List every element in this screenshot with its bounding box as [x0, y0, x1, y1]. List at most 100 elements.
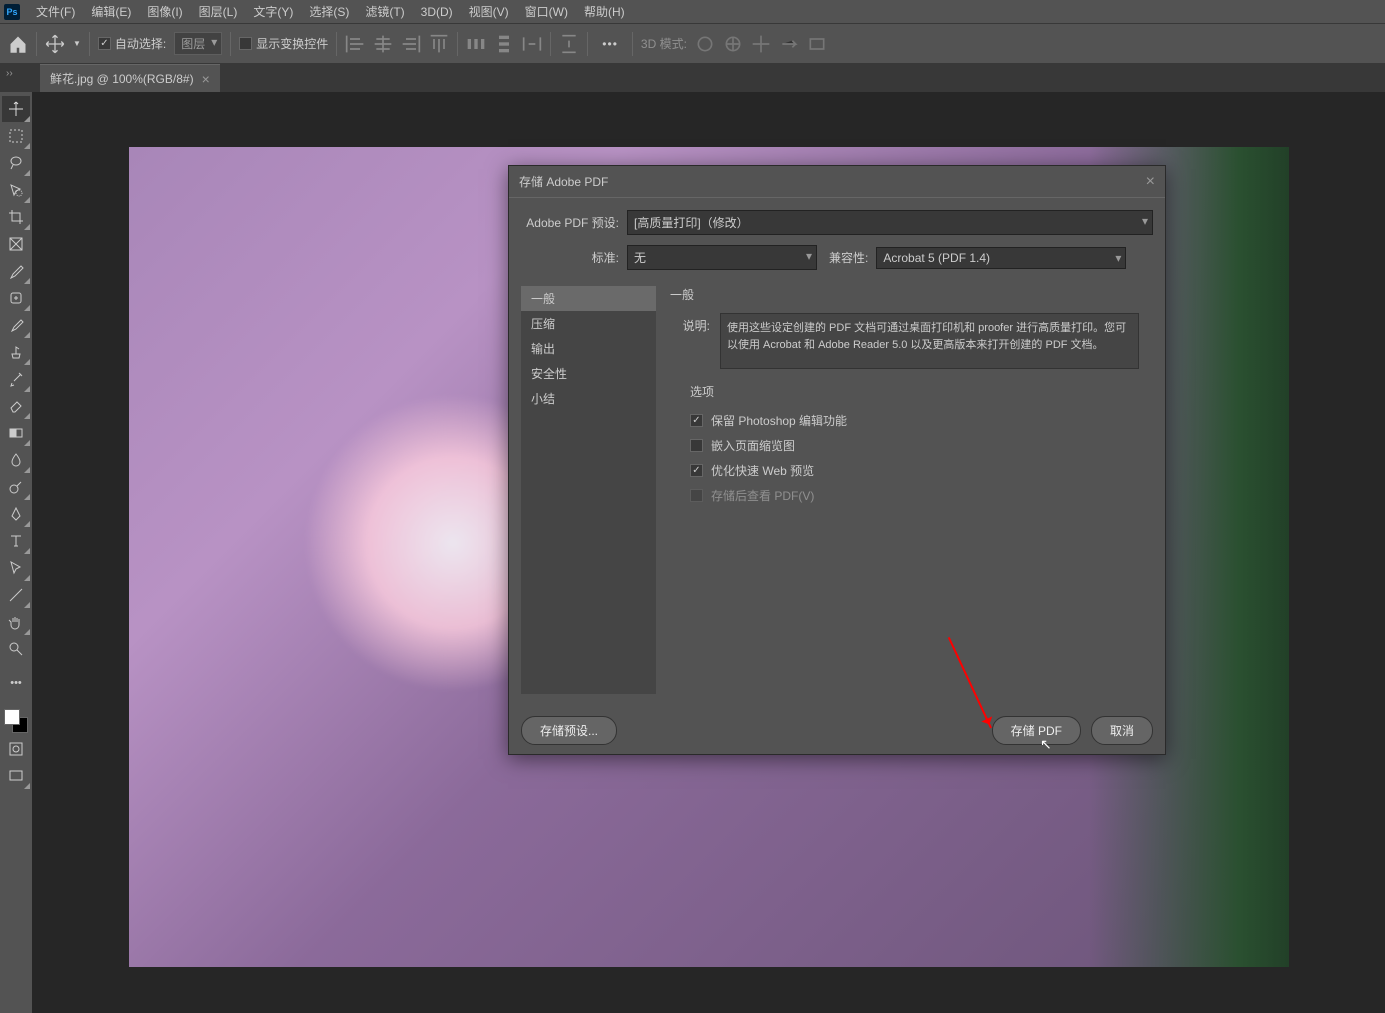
auto-select-target-dropdown[interactable]: 图层: [174, 32, 222, 55]
opt-embed-thumbnail[interactable]: 嵌入页面缩览图: [670, 433, 1139, 458]
separator: [587, 32, 588, 56]
menu-3d[interactable]: 3D(D): [413, 5, 461, 19]
menu-type[interactable]: 文字(Y): [245, 3, 301, 20]
path-select-tool[interactable]: [2, 555, 30, 581]
3d-pan-icon: [751, 34, 771, 54]
dialog-title: 存储 Adobe PDF: [519, 173, 608, 190]
nav-general[interactable]: 一般: [521, 286, 656, 311]
section-title: 一般: [670, 286, 1139, 303]
opt-preserve-editing[interactable]: 保留 Photoshop 编辑功能: [670, 408, 1139, 433]
save-pdf-button[interactable]: 存储 PDF: [992, 716, 1081, 745]
color-swatches[interactable]: [2, 707, 30, 735]
pen-tool[interactable]: [2, 501, 30, 527]
move-tool[interactable]: [2, 96, 30, 122]
align-top-icon[interactable]: [429, 34, 449, 54]
auto-select-checkbox[interactable]: [98, 37, 111, 50]
quick-mask-icon[interactable]: [2, 736, 30, 762]
separator: [336, 32, 337, 56]
zoom-tool[interactable]: [2, 636, 30, 662]
menu-view[interactable]: 视图(V): [461, 3, 517, 20]
transform-controls-checkbox[interactable]: [239, 37, 252, 50]
separator: [632, 32, 633, 56]
dodge-tool[interactable]: [2, 474, 30, 500]
3d-slide-icon: [779, 34, 799, 54]
home-icon[interactable]: [8, 34, 28, 54]
edit-toolbar-icon[interactable]: •••: [2, 670, 30, 696]
opt-embed-thumbnail-checkbox[interactable]: [690, 439, 703, 452]
brush-tool[interactable]: [2, 312, 30, 338]
opt-optimize-web-checkbox[interactable]: [690, 464, 703, 477]
close-icon[interactable]: ×: [1146, 173, 1155, 191]
document-tab[interactable]: 鲜花.jpg @ 100%(RGB/8#) ×: [40, 64, 220, 92]
document-tab-bar: 鲜花.jpg @ 100%(RGB/8#) ×: [0, 64, 1385, 92]
quick-select-tool[interactable]: [2, 177, 30, 203]
more-options-icon[interactable]: •••: [596, 37, 624, 51]
nav-compression[interactable]: 压缩: [521, 311, 656, 336]
3d-mode-label: 3D 模式:: [641, 35, 687, 52]
tools-panel: •••: [0, 92, 32, 789]
save-preset-button[interactable]: 存储预设...: [521, 716, 617, 745]
standard-dropdown[interactable]: 无: [627, 245, 817, 270]
gradient-tool[interactable]: [2, 420, 30, 446]
opt-view-after-save: 存储后查看 PDF(V): [670, 483, 1139, 508]
menu-window[interactable]: 窗口(W): [517, 3, 576, 20]
cancel-button[interactable]: 取消: [1091, 716, 1153, 745]
frame-tool[interactable]: [2, 231, 30, 257]
marquee-tool[interactable]: [2, 123, 30, 149]
foreground-color-swatch[interactable]: [4, 709, 20, 725]
opt-view-after-save-checkbox: [690, 489, 703, 502]
clone-stamp-tool[interactable]: [2, 339, 30, 365]
align-right-icon[interactable]: [401, 34, 421, 54]
menu-image[interactable]: 图像(I): [139, 3, 190, 20]
compat-dropdown[interactable]: Acrobat 5 (PDF 1.4): [876, 247, 1126, 269]
distribute-spacing-v-icon[interactable]: [559, 34, 579, 54]
separator: [457, 32, 458, 56]
chevron-down-icon[interactable]: ▼: [73, 39, 81, 48]
align-center-h-icon[interactable]: [373, 34, 393, 54]
options-heading: 选项: [670, 383, 1139, 400]
preset-dropdown[interactable]: [高质量打印]（修改）: [627, 210, 1153, 235]
eraser-tool[interactable]: [2, 393, 30, 419]
nav-output[interactable]: 输出: [521, 336, 656, 361]
description-text[interactable]: 使用这些设定创建的 PDF 文档可通过桌面打印机和 proofer 进行高质量打…: [720, 313, 1139, 369]
auto-select-option[interactable]: 自动选择:: [98, 35, 166, 52]
menu-help[interactable]: 帮助(H): [576, 3, 633, 20]
menu-select[interactable]: 选择(S): [301, 3, 357, 20]
separator: [36, 32, 37, 56]
opt-preserve-editing-checkbox[interactable]: [690, 414, 703, 427]
distribute-v-icon[interactable]: [494, 34, 514, 54]
type-tool[interactable]: [2, 528, 30, 554]
3d-zoom-icon: [807, 34, 827, 54]
separator: [89, 32, 90, 56]
nav-security[interactable]: 安全性: [521, 361, 656, 386]
healing-brush-tool[interactable]: [2, 285, 30, 311]
cursor-pointer-icon: ↖: [1040, 736, 1052, 753]
distribute-h-icon[interactable]: [466, 34, 486, 54]
crop-tool[interactable]: [2, 204, 30, 230]
menu-filter[interactable]: 滤镜(T): [357, 3, 412, 20]
transform-controls-option[interactable]: 显示变换控件: [239, 35, 328, 52]
close-tab-icon[interactable]: ×: [202, 71, 210, 87]
separator: [550, 32, 551, 56]
align-left-icon[interactable]: [345, 34, 365, 54]
screen-mode-icon[interactable]: [2, 763, 30, 789]
menu-layer[interactable]: 图层(L): [191, 3, 246, 20]
history-brush-tool[interactable]: [2, 366, 30, 392]
blur-tool[interactable]: [2, 447, 30, 473]
distribute-spacing-h-icon[interactable]: [522, 34, 542, 54]
lasso-tool[interactable]: [2, 150, 30, 176]
transform-controls-label: 显示变换控件: [256, 35, 328, 52]
opt-optimize-web[interactable]: 优化快速 Web 预览: [670, 458, 1139, 483]
3d-roll-icon: [723, 34, 743, 54]
opt-embed-thumbnail-label: 嵌入页面缩览图: [711, 437, 795, 454]
hand-tool[interactable]: [2, 609, 30, 635]
standard-label: 标准:: [521, 249, 619, 266]
line-tool[interactable]: [2, 582, 30, 608]
menu-edit[interactable]: 编辑(E): [83, 3, 139, 20]
nav-summary[interactable]: 小结: [521, 386, 656, 411]
menu-file[interactable]: 文件(F): [28, 3, 83, 20]
eyedropper-tool[interactable]: [2, 258, 30, 284]
move-tool-icon[interactable]: [45, 34, 65, 54]
tab-dock-handle-icon[interactable]: ››: [6, 68, 13, 79]
preset-label: Adobe PDF 预设:: [521, 214, 619, 231]
